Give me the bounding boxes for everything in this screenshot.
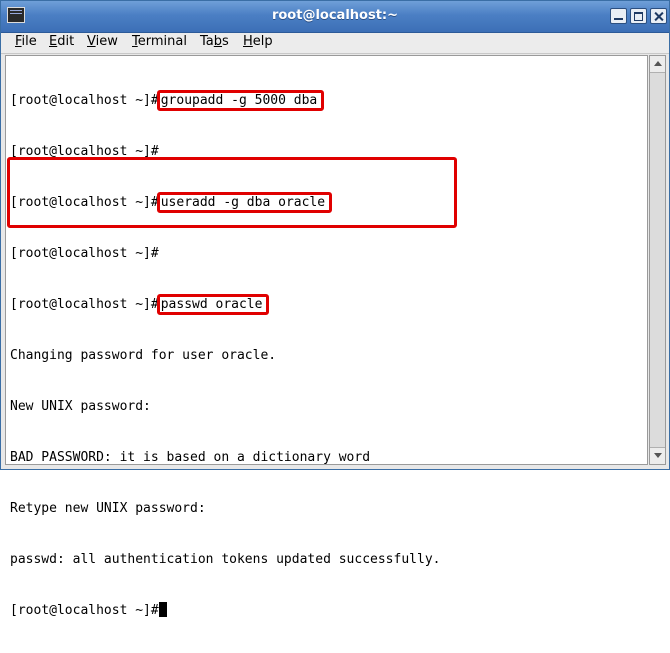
scroll-up-arrow-icon[interactable]: [650, 56, 665, 73]
prompt: [root@localhost ~]#: [10, 144, 159, 159]
output-updated: passwd: all authentication tokens update…: [10, 552, 441, 567]
output-changing: Changing password for user oracle.: [10, 348, 277, 363]
menu-edit[interactable]: Edit: [49, 34, 74, 49]
terminal-line: [root@localhost ~]# useradd -g dba oracle: [10, 192, 440, 213]
terminal-window: root@localhost:~ File Edit View Terminal…: [0, 0, 670, 618]
scroll-down-arrow-icon[interactable]: [650, 447, 665, 464]
menu-tabs[interactable]: Tabs: [200, 34, 229, 49]
vertical-scrollbar[interactable]: [649, 55, 666, 465]
maximize-icon[interactable]: [630, 8, 647, 24]
command-useradd: useradd -g dba oracle: [156, 192, 333, 213]
output-retype-password: Retype new UNIX password:: [10, 501, 206, 516]
menu-file[interactable]: File: [15, 34, 37, 49]
menu-help[interactable]: Help: [243, 34, 273, 49]
menu-view[interactable]: View: [87, 34, 118, 49]
close-icon[interactable]: [650, 8, 667, 24]
window-title: root@localhost:~: [271, 8, 399, 23]
command-passwd: passwd oracle: [156, 294, 270, 315]
terminal-line: [root@localhost ~]# groupadd -g 5000 dba: [10, 90, 440, 111]
minimize-icon[interactable]: [610, 8, 627, 24]
terminal-line: [root@localhost ~]#: [10, 245, 440, 262]
prompt: [root@localhost ~]#: [10, 195, 159, 210]
prompt: [root@localhost ~]#: [10, 246, 159, 261]
terminal-text-area[interactable]: [root@localhost ~]# groupadd -g 5000 dba …: [5, 55, 648, 618]
terminal-line: [root@localhost ~]#: [10, 602, 440, 619]
command-groupadd: groupadd -g 5000 dba: [156, 90, 325, 111]
terminal-line: [root@localhost ~]#: [10, 143, 440, 160]
prompt: [root@localhost ~]#: [10, 93, 159, 108]
output-new-password: New UNIX password:: [10, 399, 151, 414]
title-bar[interactable]: root@localhost:~: [1, 1, 669, 33]
terminal-line: [root@localhost ~]# passwd oracle: [10, 294, 440, 315]
menu-terminal[interactable]: Terminal: [132, 34, 187, 49]
output-bad-password: BAD PASSWORD: it is based on a dictionar…: [10, 450, 371, 465]
menu-bar: File Edit View Terminal Tabs Help: [1, 33, 669, 54]
prompt: [root@localhost ~]#: [10, 297, 159, 312]
prompt: [root@localhost ~]#: [10, 603, 159, 618]
text-cursor: [158, 602, 167, 617]
